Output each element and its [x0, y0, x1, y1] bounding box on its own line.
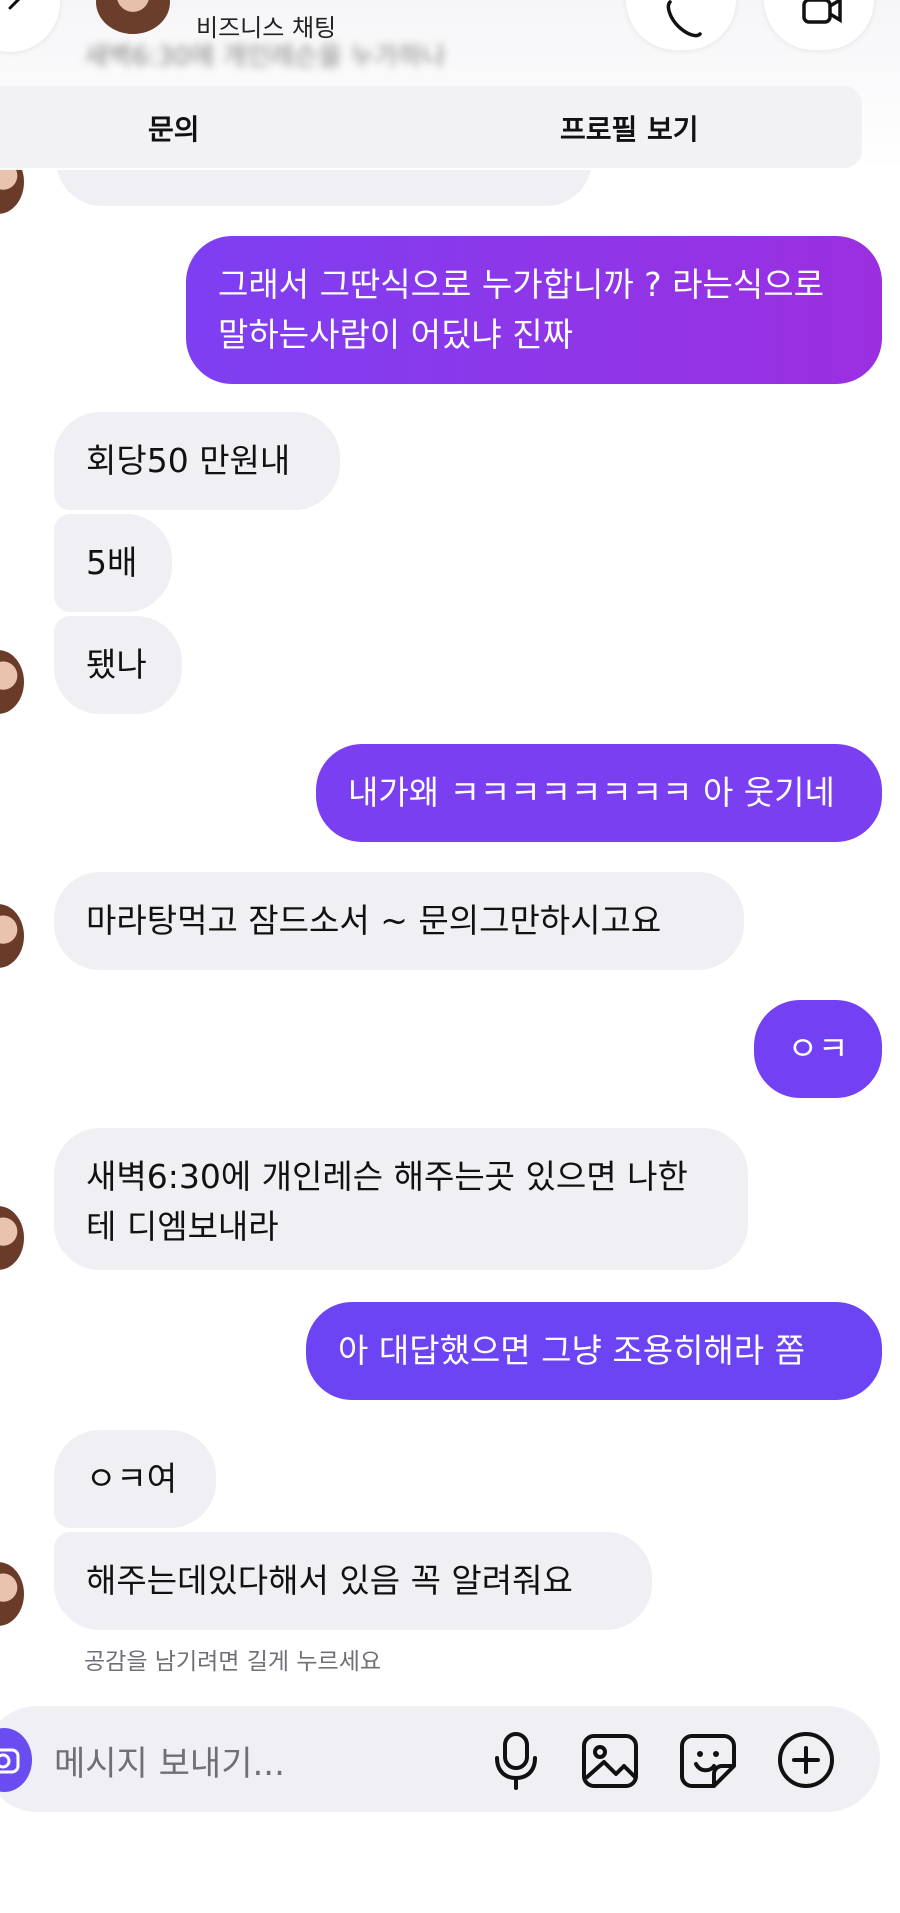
call-button[interactable]: [626, 0, 736, 50]
camera-icon: [0, 1748, 20, 1774]
chevron-left-icon: [8, 0, 21, 10]
sender-avatar[interactable]: [0, 904, 24, 968]
incoming-message[interactable]: 됐나: [54, 616, 182, 714]
outgoing-message[interactable]: ㅇㅋ: [754, 1000, 882, 1098]
view-profile-button[interactable]: 프로필 보기: [560, 108, 699, 148]
outgoing-message[interactable]: 그래서 그딴식으로 누가합니까 ? 라는식으로 말하는사람이 어딨냐 진짜: [186, 236, 882, 384]
back-button[interactable]: [0, 0, 60, 52]
outgoing-message[interactable]: 아 대답했으면 그냥 조용히해라 쫌: [306, 1302, 882, 1400]
sticker-icon[interactable]: [678, 1728, 738, 1792]
incoming-message[interactable]: ㅇㅋ여: [54, 1430, 216, 1528]
add-icon[interactable]: [776, 1728, 836, 1792]
header-action-bar: 문의 프로필 보기: [0, 86, 862, 168]
outgoing-message[interactable]: 내가왜 ㅋㅋㅋㅋㅋㅋㅋㅋ 아 웃기네: [316, 744, 882, 842]
incoming-message[interactable]: 해주는데있다해서 있음 꼭 알려줘요: [54, 1532, 652, 1630]
incoming-message[interactable]: 새벽6:30에 개인레슨 해주는곳 있으면 나한테 디엠보내라: [54, 1128, 748, 1270]
reaction-hint: 공감을 남기려면 길게 누르세요: [84, 1649, 382, 1675]
microphone-icon[interactable]: [488, 1728, 544, 1792]
incoming-message[interactable]: 5배: [54, 514, 172, 612]
phone-icon: [666, 0, 702, 38]
incoming-message[interactable]: 마라탕먹고 잠드소서 ~ 문의그만하시고요: [54, 872, 744, 970]
sender-avatar[interactable]: [0, 1562, 24, 1626]
sender-avatar[interactable]: [0, 650, 24, 714]
sender-avatar[interactable]: [0, 1206, 24, 1270]
video-call-button[interactable]: [764, 0, 874, 50]
avatar[interactable]: [96, 0, 170, 34]
message-input[interactable]: 메시지 보내기...: [54, 1736, 285, 1785]
chat-header: 비즈니스 채팅 새벽6:30에 개인레슨을 누가하나 문의 프로필 보기: [0, 0, 900, 170]
image-icon[interactable]: [580, 1728, 640, 1792]
incoming-message[interactable]: 회당50 만원내: [54, 412, 340, 510]
video-camera-icon: [802, 0, 842, 24]
blurred-message-preview: 새벽6:30에 개인레슨을 누가하나: [84, 42, 446, 72]
inquiry-button[interactable]: 문의: [148, 108, 200, 148]
